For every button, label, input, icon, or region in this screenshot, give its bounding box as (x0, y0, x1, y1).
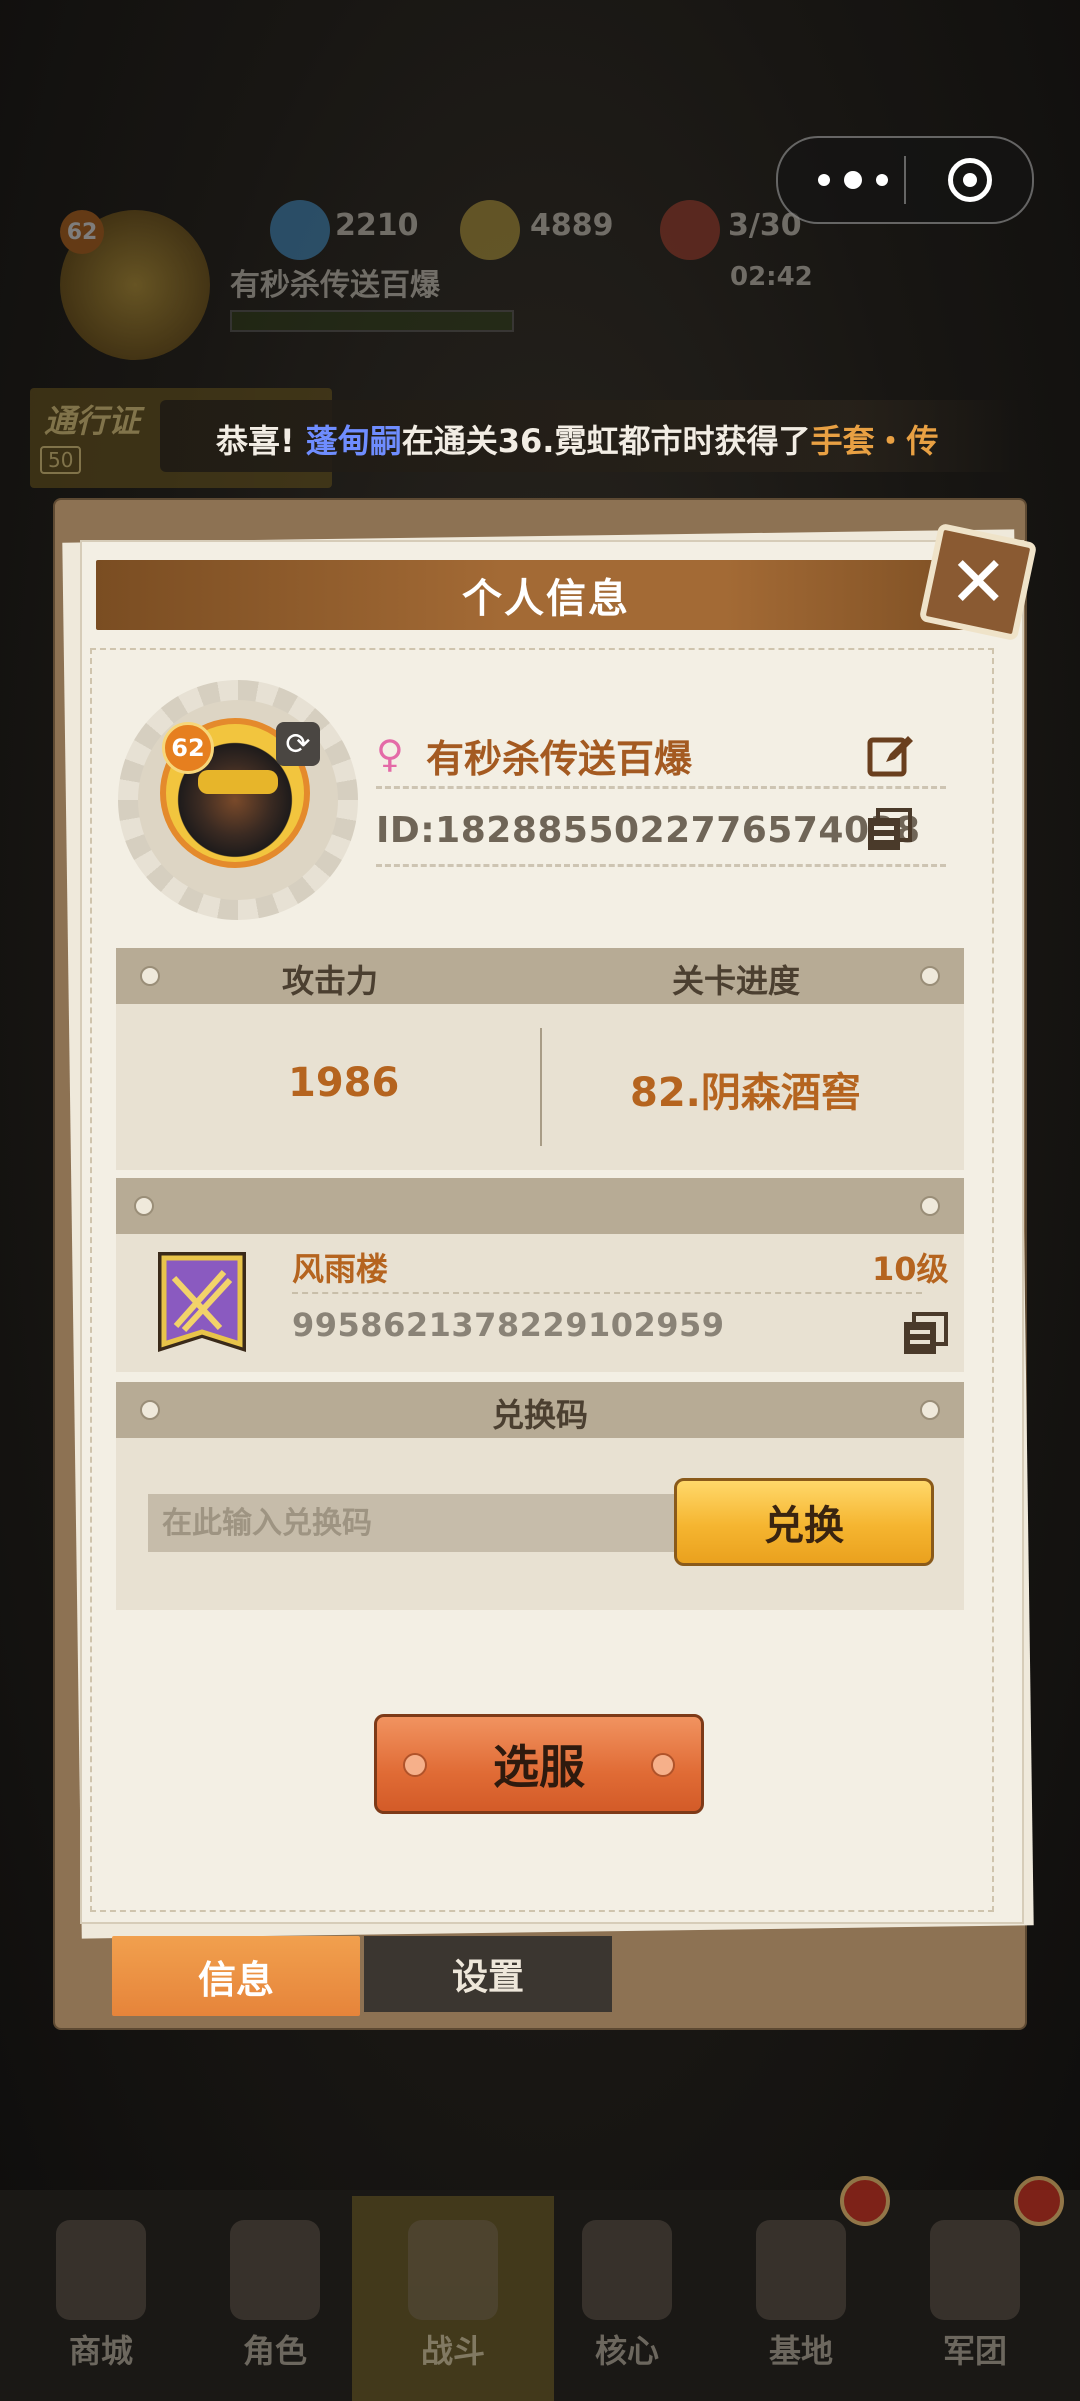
tab-info[interactable]: 信息 (112, 1936, 360, 2016)
guild-name: 风雨楼 (292, 1250, 389, 1288)
redeem-code-input[interactable] (148, 1494, 678, 1552)
nav-label: 基地 (768, 2332, 833, 2370)
name-row: ♀ 有秒杀传送百爆 (376, 722, 946, 789)
redeem-button[interactable]: 兑换 (674, 1478, 934, 1566)
id-row: ID:1828855022776574038 (376, 800, 946, 867)
player-id: ID:1828855022776574038 (376, 810, 921, 851)
player-level-badge: 62 (162, 722, 214, 774)
nav-label: 商城 (68, 2332, 133, 2370)
attack-label: 攻击力 (282, 962, 379, 1000)
progress-label: 关卡进度 (672, 962, 801, 1000)
guild-separator (292, 1292, 922, 1294)
nav-label: 角色 (242, 2332, 307, 2370)
select-server-button[interactable]: 选服 (374, 1714, 704, 1814)
shop-icon (56, 2220, 146, 2320)
hud-level-badge: 62 (60, 210, 104, 254)
swap-avatar-icon[interactable]: ⟳ (276, 722, 320, 766)
guild-id: 995862137822910295​9 (292, 1306, 725, 1344)
redeem-body: 兑换 (116, 1438, 964, 1610)
ticker-player: 蓬甸嗣 (305, 422, 402, 460)
redeem-header: 兑换码 (116, 1382, 964, 1438)
notification-badge (1014, 2176, 1064, 2226)
stamina-timer: 02:42 (730, 262, 813, 292)
base-icon (756, 2220, 846, 2320)
avatar-visor (198, 770, 278, 794)
hud-player-name: 有秒杀传送百爆 (230, 268, 440, 303)
ticker-middle: 在通关36.霓虹都市时获得了 (401, 422, 811, 460)
tab-settings[interactable]: 设置 (364, 1936, 612, 2012)
coin-count: 4889 (530, 208, 614, 243)
button-rivet-icon (403, 1753, 427, 1777)
nav-shop[interactable]: 商城 (26, 2190, 176, 2401)
stats-header: 攻击力 关卡进度 (116, 948, 964, 1004)
attack-value: 1986 (288, 1060, 400, 1106)
miniprogram-capsule (776, 136, 1034, 224)
nav-label: 核心 (594, 2332, 659, 2370)
announcement-bar: 通行证 50 恭喜! 蓬甸嗣在通关36.霓虹都市时获得了手套・传 (30, 388, 1030, 492)
capsule-divider (904, 156, 906, 204)
gem-count: 2210 (335, 208, 419, 243)
legion-icon (930, 2220, 1020, 2320)
dialog-title: 个人信息 (462, 576, 630, 622)
ticker-strip: 恭喜! 蓬甸嗣在通关36.霓虹都市时获得了手套・传 (160, 400, 1020, 472)
nav-label: 战斗 (420, 2332, 485, 2370)
pin-icon (134, 1196, 154, 1216)
stamina-icon (660, 200, 720, 260)
pin-icon (140, 966, 160, 986)
guild-emblem-icon (154, 1248, 250, 1360)
close-icon: ✕ (948, 541, 1008, 623)
guild-level: 10级 (872, 1250, 949, 1288)
redeem-title: 兑换码 (491, 1396, 588, 1434)
exp-bar (230, 310, 514, 332)
notification-badge (840, 2176, 890, 2226)
character-icon (230, 2220, 320, 2320)
progress-value: 82.阴森酒窖 (630, 1070, 861, 1116)
battle-pass-label: 通行证 (44, 402, 141, 440)
exit-miniprogram-icon[interactable] (948, 158, 992, 202)
edit-name-icon[interactable] (866, 730, 916, 780)
close-button[interactable]: ✕ (918, 522, 1038, 642)
nav-label: 军团 (942, 2332, 1007, 2370)
nav-character[interactable]: 角色 (200, 2190, 350, 2401)
ticker-message: 恭喜! 蓬甸嗣在通关36.霓虹都市时获得了手套・传 (216, 416, 938, 462)
ticker-item: 手套・传 (810, 422, 939, 460)
select-server-label: 选服 (493, 1740, 585, 1794)
gem-icon (270, 200, 330, 260)
stats-body: 1986 82.阴森酒窖 (116, 1004, 964, 1170)
pin-icon (920, 966, 940, 986)
title-banner: 个人信息 (96, 560, 996, 630)
guild-body: 风雨楼 10级 995862137822910295​9 (116, 1234, 964, 1372)
guild-header (116, 1178, 964, 1234)
coin-icon (460, 200, 520, 260)
female-gender-icon: ♀ (376, 732, 404, 776)
nav-core[interactable]: 核心 (552, 2190, 702, 2401)
battle-pass-level: 50 (40, 446, 82, 474)
pin-icon (920, 1400, 940, 1420)
copy-id-icon[interactable] (866, 808, 912, 852)
core-icon (582, 2220, 672, 2320)
pin-icon (920, 1196, 940, 1216)
ticker-prefix: 恭喜! (216, 422, 295, 460)
button-rivet-icon (651, 1753, 675, 1777)
nav-battle[interactable]: 战斗 (378, 2190, 528, 2401)
more-menu-icon[interactable] (818, 166, 888, 194)
stats-divider (540, 1028, 542, 1146)
player-name: 有秒杀传送百爆 (426, 737, 693, 781)
copy-guild-id-icon[interactable] (902, 1312, 948, 1356)
battle-icon (408, 2220, 498, 2320)
